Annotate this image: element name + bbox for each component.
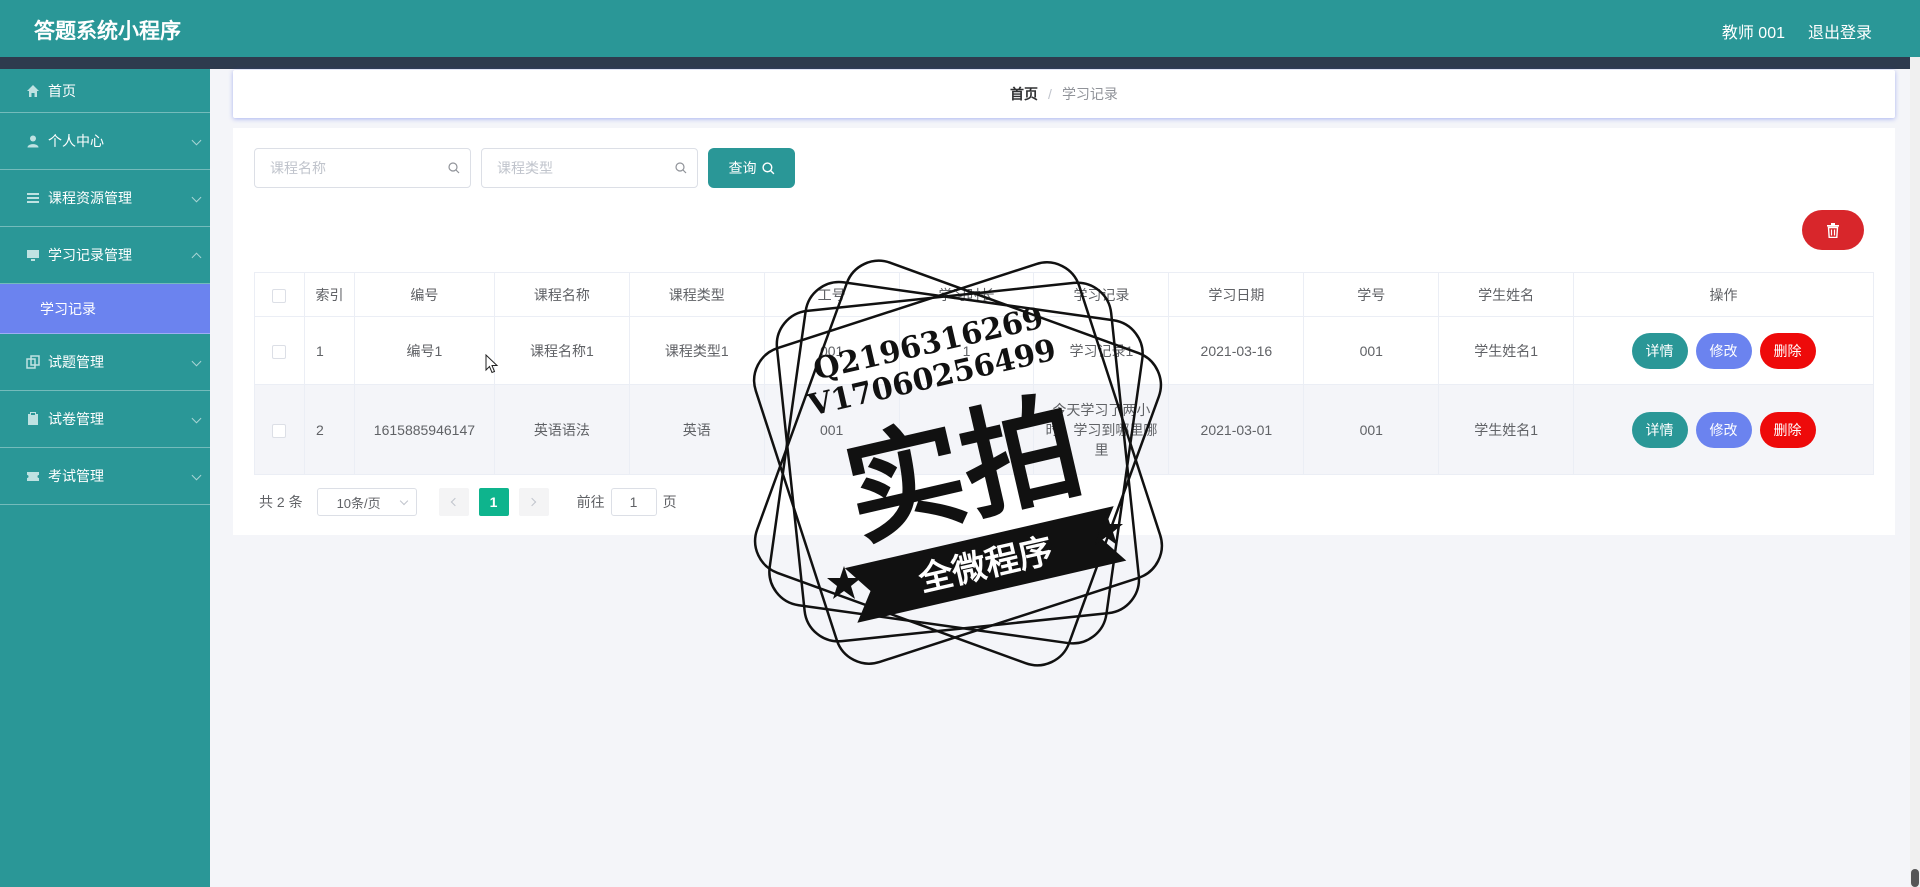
select-all-checkbox[interactable] bbox=[272, 288, 287, 303]
user-icon bbox=[27, 135, 39, 148]
detail-button[interactable]: 详情 bbox=[1631, 332, 1688, 369]
course-name-input[interactable] bbox=[255, 149, 470, 187]
clipboard-icon bbox=[28, 412, 38, 425]
search-icon bbox=[761, 161, 774, 174]
sidebar-item-label: 课程资源管理 bbox=[48, 190, 132, 206]
scrollbar-thumb[interactable] bbox=[1911, 869, 1919, 887]
goto-suffix: 页 bbox=[662, 494, 677, 510]
cell-index: 2 bbox=[303, 384, 355, 475]
cell-index: 1 bbox=[303, 316, 355, 385]
logout-link[interactable]: 退出登录 bbox=[1808, 19, 1872, 43]
breadcrumb-separator: / bbox=[1048, 86, 1052, 102]
course-type-search[interactable] bbox=[481, 148, 698, 188]
list-icon bbox=[27, 193, 39, 203]
edit-button[interactable]: 修改 bbox=[1695, 411, 1752, 448]
chevron-down-icon bbox=[191, 470, 202, 481]
row-checkbox[interactable] bbox=[272, 423, 287, 438]
cell-student-name: 学生姓名1 bbox=[1438, 384, 1575, 475]
breadcrumb-home[interactable]: 首页 bbox=[1010, 84, 1038, 104]
watermark-stamp: Q2196316269 V17060256499 实拍 全微程序 bbox=[752, 259, 1164, 667]
column-header[interactable]: 学习日期 bbox=[1168, 272, 1305, 317]
sidebar-item-label: 试卷管理 bbox=[48, 411, 104, 427]
current-user: 教师 001 bbox=[1721, 25, 1785, 42]
cell-student-name: 学生姓名1 bbox=[1438, 316, 1575, 385]
chevron-up-icon bbox=[191, 252, 202, 263]
page-number-button[interactable]: 1 bbox=[478, 488, 509, 516]
chevron-right-icon bbox=[527, 497, 537, 507]
copy-icon bbox=[26, 355, 40, 369]
chevron-down-icon bbox=[191, 413, 202, 424]
cell-course-name: 课程名称1 bbox=[493, 316, 630, 385]
column-header[interactable]: 学号 bbox=[1303, 272, 1440, 317]
sidebar-item-label: 试题管理 bbox=[48, 354, 104, 370]
column-header[interactable]: 课程名称 bbox=[493, 272, 630, 317]
search-icon bbox=[448, 162, 460, 174]
sidebar-item-papers[interactable]: 试卷管理 bbox=[0, 391, 210, 448]
chevron-down-icon bbox=[191, 192, 202, 203]
delete-button[interactable]: 删除 bbox=[1759, 332, 1816, 369]
course-type-input[interactable] bbox=[482, 149, 697, 187]
pagination-total: 共 2 条 bbox=[259, 494, 303, 510]
sidebar-item-label: 考试管理 bbox=[48, 468, 104, 484]
column-header: 操作 bbox=[1573, 272, 1874, 317]
column-header[interactable]: 索引 bbox=[303, 272, 355, 317]
batch-delete-button[interactable] bbox=[1802, 210, 1864, 250]
query-button-label: 查询 bbox=[728, 160, 757, 176]
select-all-cell bbox=[254, 272, 305, 317]
sidebar-item-course-resources[interactable]: 课程资源管理 bbox=[0, 170, 210, 227]
sidebar-item-personal-center[interactable]: 个人中心 bbox=[0, 113, 210, 170]
app-title: 答题系统小程序 bbox=[34, 20, 181, 43]
goto-label: 前往 bbox=[576, 494, 605, 510]
detail-button[interactable]: 详情 bbox=[1631, 411, 1688, 448]
sidebar-item-questions[interactable]: 试题管理 bbox=[0, 334, 210, 391]
course-name-search[interactable] bbox=[254, 148, 471, 188]
sidebar-item-exams[interactable]: 考试管理 bbox=[0, 448, 210, 505]
goto-page-input[interactable]: 1 bbox=[610, 488, 657, 516]
cell-date: 2021-03-16 bbox=[1168, 316, 1305, 385]
column-header[interactable]: 学生姓名 bbox=[1438, 272, 1575, 317]
page-scrollbar[interactable] bbox=[1910, 57, 1920, 887]
pagination: 共 2 条 10条/页 1 前往 1 页 bbox=[259, 488, 677, 516]
page-size-select[interactable]: 10条/页 bbox=[316, 488, 417, 516]
column-header[interactable]: 编号 bbox=[353, 272, 495, 317]
cell-code: 编号1 bbox=[353, 316, 495, 385]
edit-button[interactable]: 修改 bbox=[1695, 332, 1752, 369]
page-size-value: 10条/页 bbox=[336, 495, 381, 511]
row-select-cell bbox=[254, 316, 305, 385]
row-select-cell bbox=[254, 384, 305, 475]
ticket-icon bbox=[27, 472, 39, 481]
sidebar-item-home[interactable]: 首页 bbox=[0, 69, 210, 113]
search-icon bbox=[675, 162, 687, 174]
home-icon bbox=[27, 84, 39, 97]
sidebar-item-label: 首页 bbox=[48, 82, 76, 99]
header-divider bbox=[0, 57, 1920, 69]
breadcrumb: 首页 / 学习记录 bbox=[233, 70, 1895, 118]
cell-student-no: 001 bbox=[1303, 316, 1440, 385]
cell-actions: 详情 修改 删除 bbox=[1573, 384, 1874, 475]
sidebar-item-label: 个人中心 bbox=[48, 133, 104, 149]
row-checkbox[interactable] bbox=[272, 344, 287, 359]
chevron-down-icon bbox=[399, 496, 408, 506]
cell-actions: 详情 修改 删除 bbox=[1573, 316, 1874, 385]
sidebar-subitem-study-record[interactable]: 学习记录 bbox=[0, 284, 210, 334]
chevron-down-icon bbox=[191, 356, 202, 367]
sidebar: 首页 个人中心 课程资源管理 学习记录管理 学习记录 试题管理 试卷管理 考试管… bbox=[0, 69, 210, 887]
prev-page-button[interactable] bbox=[438, 488, 469, 516]
chevron-down-icon bbox=[191, 135, 202, 146]
query-button[interactable]: 查询 bbox=[708, 148, 795, 188]
cell-code: 1615885946147 bbox=[353, 384, 495, 475]
cell-student-no: 001 bbox=[1303, 384, 1440, 475]
cell-date: 2021-03-01 bbox=[1168, 384, 1305, 475]
delete-button[interactable]: 删除 bbox=[1759, 411, 1816, 448]
sidebar-item-label: 学习记录管理 bbox=[48, 247, 132, 263]
trash-icon bbox=[1827, 222, 1839, 238]
sidebar-item-study-records[interactable]: 学习记录管理 bbox=[0, 227, 210, 284]
monitor-icon bbox=[27, 250, 39, 261]
breadcrumb-current: 学习记录 bbox=[1061, 86, 1118, 102]
top-bar: 答题系统小程序 教师 001 退出登录 bbox=[0, 0, 1920, 57]
mouse-cursor-icon bbox=[485, 354, 499, 374]
chevron-left-icon bbox=[450, 497, 460, 507]
cell-course-name: 英语语法 bbox=[493, 384, 630, 475]
next-page-button[interactable] bbox=[518, 488, 549, 516]
